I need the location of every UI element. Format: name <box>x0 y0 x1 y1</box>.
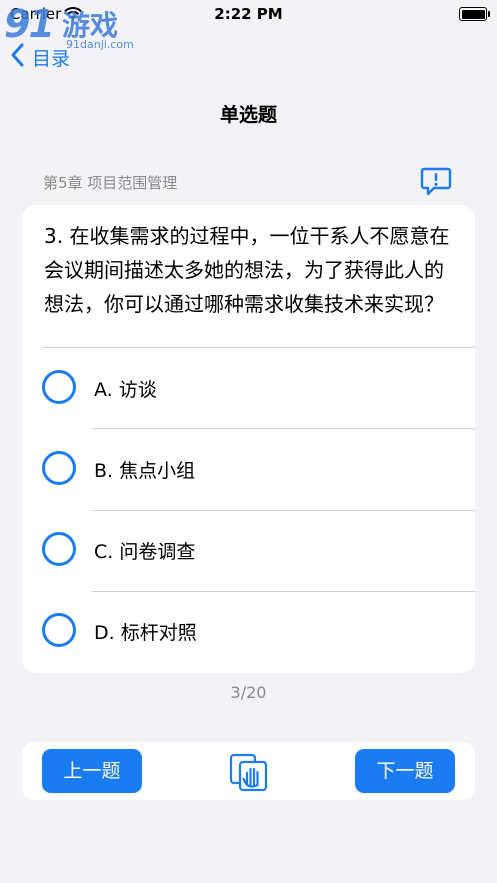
option-label: A. 访谈 <box>94 379 157 401</box>
watermark-url: 91danji.com <box>66 38 134 51</box>
radio-icon <box>42 532 76 566</box>
option-label: D. 标杆对照 <box>94 622 197 644</box>
next-question-button[interactable]: 下一题 <box>355 749 455 793</box>
option-b[interactable]: B. 焦点小组 <box>22 431 475 511</box>
option-c[interactable]: C. 问卷调查 <box>22 512 475 592</box>
option-label: B. 焦点小组 <box>94 460 196 482</box>
answer-card-button[interactable] <box>228 752 270 792</box>
back-label: 目录 <box>32 47 71 70</box>
battery-icon <box>459 7 490 21</box>
question-divider <box>42 347 475 348</box>
option-a[interactable]: A. 访谈 <box>22 350 475 430</box>
option-d[interactable]: D. 标杆对照 <box>22 593 475 673</box>
chevron-left-icon <box>10 43 24 71</box>
progress-counter: 3/20 <box>230 683 267 702</box>
option-divider <box>92 428 475 429</box>
question-text: 3. 在收集需求的过程中，一位干系人不愿意在会议期间描述太多她的想法，为了获得此… <box>44 224 450 316</box>
bottom-toolbar: 上一题 下一题 <box>22 742 475 800</box>
radio-icon <box>42 370 76 404</box>
watermark-number: 91 <box>4 2 55 46</box>
option-label: C. 问卷调查 <box>94 541 196 563</box>
question-card: 3. 在收集需求的过程中，一位干系人不愿意在会议期间描述太多她的想法，为了获得此… <box>22 205 475 673</box>
previous-question-button[interactable]: 上一题 <box>42 749 142 793</box>
report-error-button[interactable] <box>420 166 452 196</box>
chapter-label: 第5章 项目范围管理 <box>43 174 178 192</box>
option-divider <box>92 510 475 511</box>
feedback-exclamation-icon <box>420 167 452 196</box>
back-button[interactable]: 目录 <box>10 42 70 72</box>
radio-icon <box>42 613 76 647</box>
page-title: 单选题 <box>219 104 277 126</box>
radio-icon <box>42 451 76 485</box>
hand-cards-icon <box>229 753 268 792</box>
option-divider <box>92 591 475 592</box>
